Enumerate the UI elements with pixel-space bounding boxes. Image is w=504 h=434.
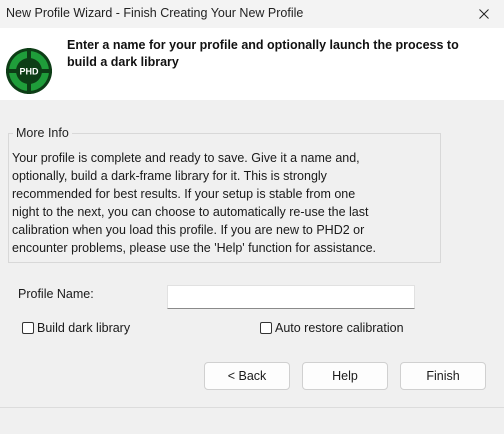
finish-button[interactable]: Finish xyxy=(400,362,486,390)
help-button[interactable]: Help xyxy=(302,362,388,390)
info-line: calibration when you load this profile. … xyxy=(12,223,365,237)
more-info-text: Your profile is complete and ready to sa… xyxy=(12,149,432,257)
window-title: New Profile Wizard - Finish Creating You… xyxy=(6,6,304,20)
wizard-heading: Enter a name for your profile and option… xyxy=(67,38,459,69)
info-line: optionally, build a dark-frame library f… xyxy=(12,169,327,183)
build-dark-library-label[interactable]: Build dark library xyxy=(37,321,130,335)
close-button[interactable] xyxy=(464,0,504,28)
profile-name-label: Profile Name: xyxy=(18,287,94,301)
info-line: Your profile is complete and ready to sa… xyxy=(12,151,360,165)
phd-logo: PHD xyxy=(6,48,52,94)
divider xyxy=(0,407,504,408)
info-line: recommended for best results. If your se… xyxy=(12,187,356,201)
auto-restore-calibration-box[interactable] xyxy=(260,322,272,334)
title-bar: New Profile Wizard - Finish Creating You… xyxy=(0,0,504,28)
more-info-label: More Info xyxy=(13,126,72,140)
build-dark-library-box[interactable] xyxy=(22,322,34,334)
info-line: night to the next, you can choose to aut… xyxy=(12,205,369,219)
build-dark-library-checkbox[interactable]: Build dark library xyxy=(22,321,130,335)
auto-restore-calibration-label[interactable]: Auto restore calibration xyxy=(275,321,404,335)
auto-restore-calibration-checkbox[interactable]: Auto restore calibration xyxy=(260,321,404,335)
logo-text: PHD xyxy=(19,67,39,77)
close-icon xyxy=(479,9,489,19)
back-button[interactable]: < Back xyxy=(204,362,290,390)
info-line: encounter problems, please use the 'Help… xyxy=(12,241,377,255)
profile-name-input[interactable] xyxy=(167,285,415,309)
